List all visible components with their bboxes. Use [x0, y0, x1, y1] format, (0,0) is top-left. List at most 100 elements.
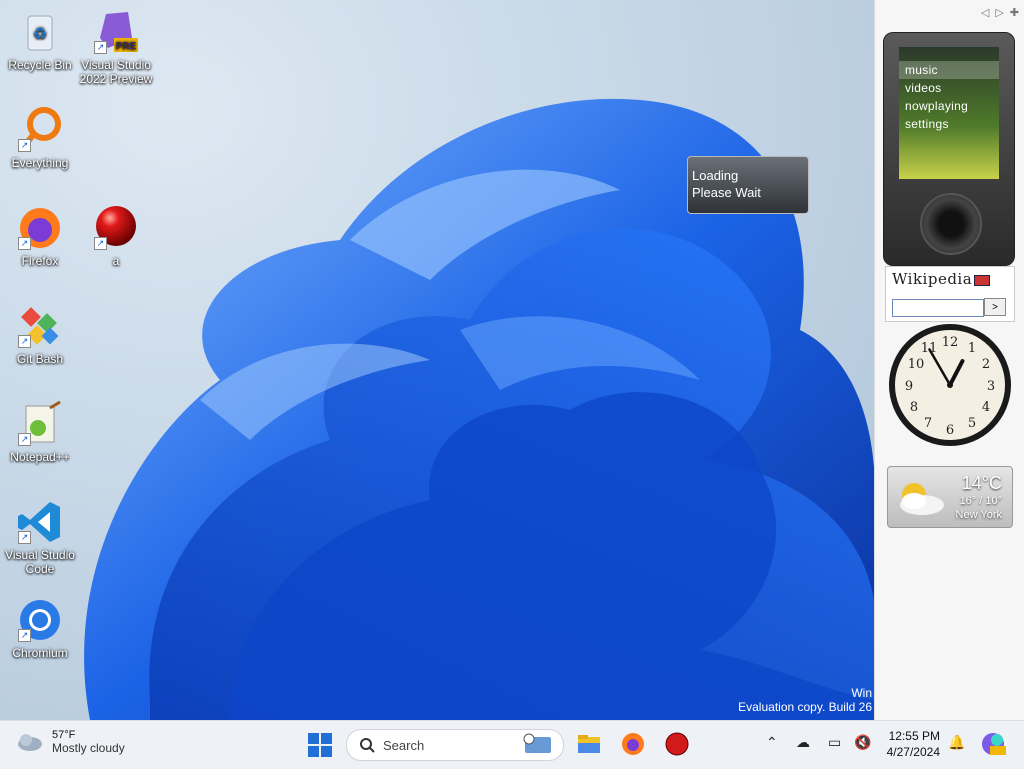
zune-menu-nowplaying[interactable]: nowplaying [899, 97, 999, 115]
desktop-icon-label: Everything [11, 156, 69, 170]
uk-flag-icon[interactable] [974, 274, 991, 286]
watermark-line1: Win [851, 686, 872, 700]
weather-range: 16° / 10° [959, 495, 1002, 507]
previous-gadget-icon[interactable]: ◁ [981, 6, 989, 19]
windows-logo-tile [308, 746, 319, 757]
weather-gadget: 14°C 16° / 10° New York [887, 466, 1013, 528]
vscode-icon: ↗ [16, 498, 64, 546]
taskbar-search-box[interactable]: Search [346, 729, 564, 761]
windows-logo-tile [321, 746, 332, 757]
shortcut-arrow-icon: ↗ [18, 237, 31, 250]
gadget-sidebar: ◁ ▷ ✚ music videos nowplaying settings W… [874, 0, 1024, 720]
taskbar-weather-widget[interactable]: 57°F Mostly cloudy [16, 729, 125, 755]
loading-line2: Please Wait [692, 185, 761, 200]
desktop-icon-everything[interactable]: ↗ Everything [2, 106, 78, 170]
clock-number-5: 5 [968, 416, 976, 431]
zune-screen: music videos nowplaying settings [899, 47, 999, 179]
zune-pad[interactable] [920, 193, 982, 255]
desktop-icon-firefox[interactable]: ↗ Firefox [2, 204, 78, 268]
shortcut-arrow-icon: ↗ [18, 139, 31, 152]
desktop-icon-label: Recycle Bin [8, 58, 72, 72]
taskbar: 57°F Mostly cloudy Search ⌃ ☁ ▭ 🔇 12:55 … [0, 720, 1024, 769]
clock-number-6: 6 [946, 423, 954, 438]
taskbar-date: 4/27/2024 [886, 745, 940, 759]
visual-studio-icon: PRE ↗ [92, 8, 140, 56]
copilot-preview-icon[interactable] [980, 731, 1006, 757]
pre-badge: PRE [116, 41, 137, 52]
weather-temperature: 14°C [961, 473, 1002, 493]
clock-number-10: 10 [908, 357, 925, 372]
add-gadget-icon[interactable]: ✚ [1010, 6, 1019, 19]
loading-popup: Loading Please Wait [687, 156, 809, 214]
zune-menu: music videos nowplaying settings [899, 47, 999, 133]
clock-number-1: 1 [968, 341, 976, 356]
watermark-line2: Evaluation copy. Build 26 [738, 700, 872, 714]
next-gadget-icon[interactable]: ▷ [995, 6, 1003, 19]
clock-number-3: 3 [987, 379, 995, 394]
cloudy-icon [18, 734, 42, 751]
start-button[interactable] [308, 733, 332, 757]
file-explorer-icon[interactable] [576, 731, 602, 757]
desktop-icon-label: Chromium [12, 646, 68, 660]
desktop-icon-git-bash[interactable]: ↗ Git Bash [2, 302, 78, 366]
windows-logo-tile [308, 733, 319, 744]
wikipedia-search-input[interactable] [892, 299, 984, 317]
git-bash-icon: ↗ [16, 302, 64, 350]
clock-number-4: 4 [982, 400, 990, 415]
wikipedia-logo-text: Wikipedia [892, 270, 973, 288]
desktop-icon-recycle-bin[interactable]: ♻ Recycle Bin [2, 8, 78, 72]
zune-menu-videos[interactable]: videos [899, 79, 999, 97]
evaluation-watermark: Win Evaluation copy. Build 26 [672, 686, 872, 714]
loading-line1: Loading [692, 168, 739, 183]
windows-logo-tile [321, 733, 332, 744]
clock-number-7: 7 [924, 416, 932, 431]
desktop-icon-label: Notepad++ [10, 450, 70, 464]
zune-menu-music[interactable]: music [899, 61, 999, 79]
weather-city: New York [955, 509, 1002, 521]
taskbar-time: 12:55 PM [888, 729, 940, 743]
partly-cloudy-icon [900, 483, 944, 515]
shortcut-arrow-icon: ↗ [18, 629, 31, 642]
volume-muted-icon[interactable]: 🔇 [854, 734, 871, 751]
wikipedia-gadget: Wikipedia > [885, 266, 1015, 322]
notepad-plus-plus-icon: ↗ [16, 400, 64, 448]
red-ball-taskbar-icon[interactable] [664, 731, 690, 757]
desktop-icon-label: Firefox [21, 254, 59, 268]
display-network-icon[interactable]: ▭ [828, 734, 841, 751]
shortcut-arrow-icon: ↗ [94, 237, 107, 250]
show-hidden-icons-chevron-icon[interactable]: ⌃ [766, 734, 778, 751]
onedrive-offline-icon[interactable]: ☁ [796, 734, 810, 751]
wikipedia-go-button[interactable]: > [984, 298, 1006, 316]
desktop-icon-label: Git Bash [16, 352, 64, 366]
clock-number-12: 12 [942, 335, 959, 350]
clock-number-9: 9 [905, 379, 913, 394]
firefox-icon: ↗ [16, 204, 64, 252]
taskbar-clock[interactable]: 12:55 PM 4/27/2024 [884, 728, 940, 760]
shortcut-arrow-icon: ↗ [94, 41, 107, 54]
search-highlight-icon [523, 733, 551, 753]
zune-gadget[interactable]: music videos nowplaying settings [883, 32, 1015, 266]
firefox-taskbar-icon[interactable] [620, 731, 646, 757]
desktop-wallpaper [0, 0, 874, 720]
desktop-icon-a[interactable]: ↗ a [78, 204, 154, 268]
recycle-bin-icon: ♻ [16, 8, 64, 56]
desktop-icon-chromium[interactable]: ↗ Chromium [2, 596, 78, 660]
notification-bell-icon[interactable]: 🔔 [948, 734, 965, 751]
chromium-icon: ↗ [16, 596, 64, 644]
svg-text:♻: ♻ [33, 26, 47, 43]
taskbar-weather-desc: Mostly cloudy [52, 741, 125, 755]
shortcut-arrow-icon: ↗ [18, 531, 31, 544]
shortcut-arrow-icon: ↗ [18, 433, 31, 446]
shortcut-arrow-icon: ↗ [18, 335, 31, 348]
sidebar-controls: ◁ ▷ ✚ [981, 6, 1019, 19]
analog-clock-gadget: 12 1 2 3 4 5 6 7 8 9 10 11 [887, 322, 1013, 448]
clock-number-2: 2 [982, 357, 990, 372]
wikipedia-logo: Wikipedia [886, 267, 1014, 291]
desktop-icon-label: Visual Studio 2022 Preview [79, 58, 153, 86]
desktop-icon-vscode[interactable]: ↗ Visual Studio Code [2, 498, 78, 576]
desktop-icon-notepad-plus-plus[interactable]: ↗ Notepad++ [2, 400, 78, 464]
desktop-icon-label: a [112, 254, 120, 268]
desktop-icon-visual-studio[interactable]: PRE ↗ Visual Studio 2022 Preview [78, 8, 154, 86]
search-placeholder: Search [383, 738, 425, 753]
zune-menu-settings[interactable]: settings [899, 115, 999, 133]
